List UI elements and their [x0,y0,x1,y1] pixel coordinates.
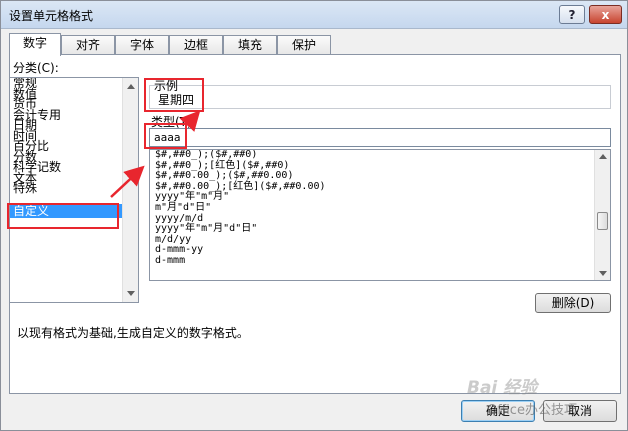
category-label: 分类(C): [13,61,59,75]
tab-border[interactable]: 边框 [169,35,223,55]
watermark-logo: Bai 经验 [467,378,538,398]
watermark-caption: Office办公技巧 [487,403,577,418]
format-item[interactable]: m/d/yy [150,234,610,246]
sample-label: 示例 [154,79,179,93]
format-item[interactable]: m"月"d"日" [150,202,610,214]
tab-strip: 数字 对齐 字体 边框 填充 保护 [9,33,621,56]
scroll-down-icon[interactable] [127,291,135,296]
format-item[interactable]: yyyy"年"m"月"d"日" [150,224,610,235]
category-item-selected[interactable]: 自定义 [10,203,138,218]
description-text: 以现有格式为基础,生成自定义的数字格式。 [17,326,249,340]
close-button[interactable]: x [589,5,622,24]
tab-alignment[interactable]: 对齐 [61,35,115,55]
tab-protection[interactable]: 保护 [277,35,331,55]
format-item[interactable]: $#,##0_);($#,##0) [150,150,610,161]
format-item[interactable]: yyyy"年"m"月" [150,192,610,203]
dialog-title: 设置单元格格式 [9,9,94,23]
scroll-thumb[interactable] [597,212,608,230]
help-button[interactable]: ? [559,5,585,24]
scroll-up-icon[interactable] [127,84,135,89]
scroll-up-icon[interactable] [599,154,607,159]
scroll-down-icon[interactable] [599,271,607,276]
format-cells-dialog: 设置单元格格式 ? x 数字 对齐 字体 边框 填充 保护 分类(C): 常规 … [0,0,628,431]
category-item[interactable]: 特殊 [10,182,138,193]
format-item[interactable]: d-mmm-yy [150,245,610,256]
category-list[interactable]: 常规 数值 货币 会计专用 日期 时间 百分比 分数 科学记数 文本 特殊 自定… [9,77,139,303]
tab-font[interactable]: 字体 [115,35,169,55]
sample-box: 星期四 [149,85,611,109]
format-item[interactable]: d-mmm [150,255,610,267]
category-scrollbar[interactable] [122,78,138,302]
tab-fill[interactable]: 填充 [223,35,277,55]
title-bar: 设置单元格格式 ? x [1,1,627,29]
format-scrollbar[interactable] [594,150,610,280]
delete-button[interactable]: 删除(D) [535,293,611,313]
tab-number[interactable]: 数字 [9,33,61,56]
type-input[interactable]: aaaa [149,128,611,147]
format-list[interactable]: $#,##0_);($#,##0) $#,##0_);[红色]($#,##0) … [149,149,611,281]
